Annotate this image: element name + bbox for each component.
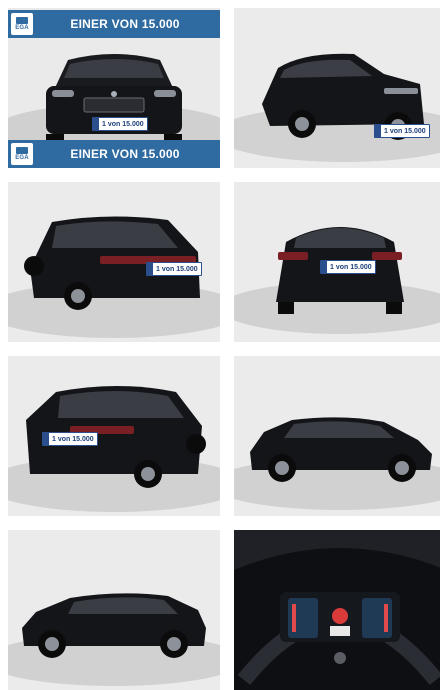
promo-banner-text: EINER VON 15.000 xyxy=(70,147,180,161)
photo-tile-front-three-quarter[interactable]: 1 von 15.000 xyxy=(234,8,440,168)
photo-tile-rear[interactable]: 1 von 15.000 xyxy=(234,182,440,342)
promo-banner-text: EINER VON 15.000 xyxy=(70,17,180,31)
car-side-right-photo xyxy=(234,356,440,516)
ega-logo: EGA xyxy=(11,143,33,165)
license-plate: 1 von 15.000 xyxy=(42,432,98,446)
promo-banner-bottom: EGA EINER VON 15.000 xyxy=(8,140,220,168)
photo-tile-rear-three-quarter-left[interactable]: 1 von 15.000 xyxy=(8,182,220,342)
photo-gallery: EGA EINER VON 15.000 1 von 15.000 EGA EI… xyxy=(0,0,440,690)
photo-tile-front[interactable]: EGA EINER VON 15.000 1 von 15.000 EGA EI… xyxy=(8,8,220,168)
car-rear-three-quarter-right-photo xyxy=(8,356,220,516)
instrument-cluster-photo xyxy=(234,530,440,690)
photo-tile-instrument-cluster[interactable] xyxy=(234,530,440,690)
license-plate: 1 von 15.000 xyxy=(92,117,148,131)
photo-tile-rear-three-quarter-right[interactable]: 1 von 15.000 xyxy=(8,356,220,516)
license-plate: 1 von 15.000 xyxy=(374,124,430,138)
license-plate: 1 von 15.000 xyxy=(146,262,202,276)
car-side-left-photo xyxy=(8,530,220,690)
car-front-three-quarter-photo xyxy=(234,8,440,168)
photo-tile-side-left[interactable] xyxy=(8,530,220,690)
promo-banner-top: EGA EINER VON 15.000 xyxy=(8,10,220,38)
photo-tile-side-right[interactable] xyxy=(234,356,440,516)
license-plate: 1 von 15.000 xyxy=(320,260,376,274)
ega-logo: EGA xyxy=(11,13,33,35)
